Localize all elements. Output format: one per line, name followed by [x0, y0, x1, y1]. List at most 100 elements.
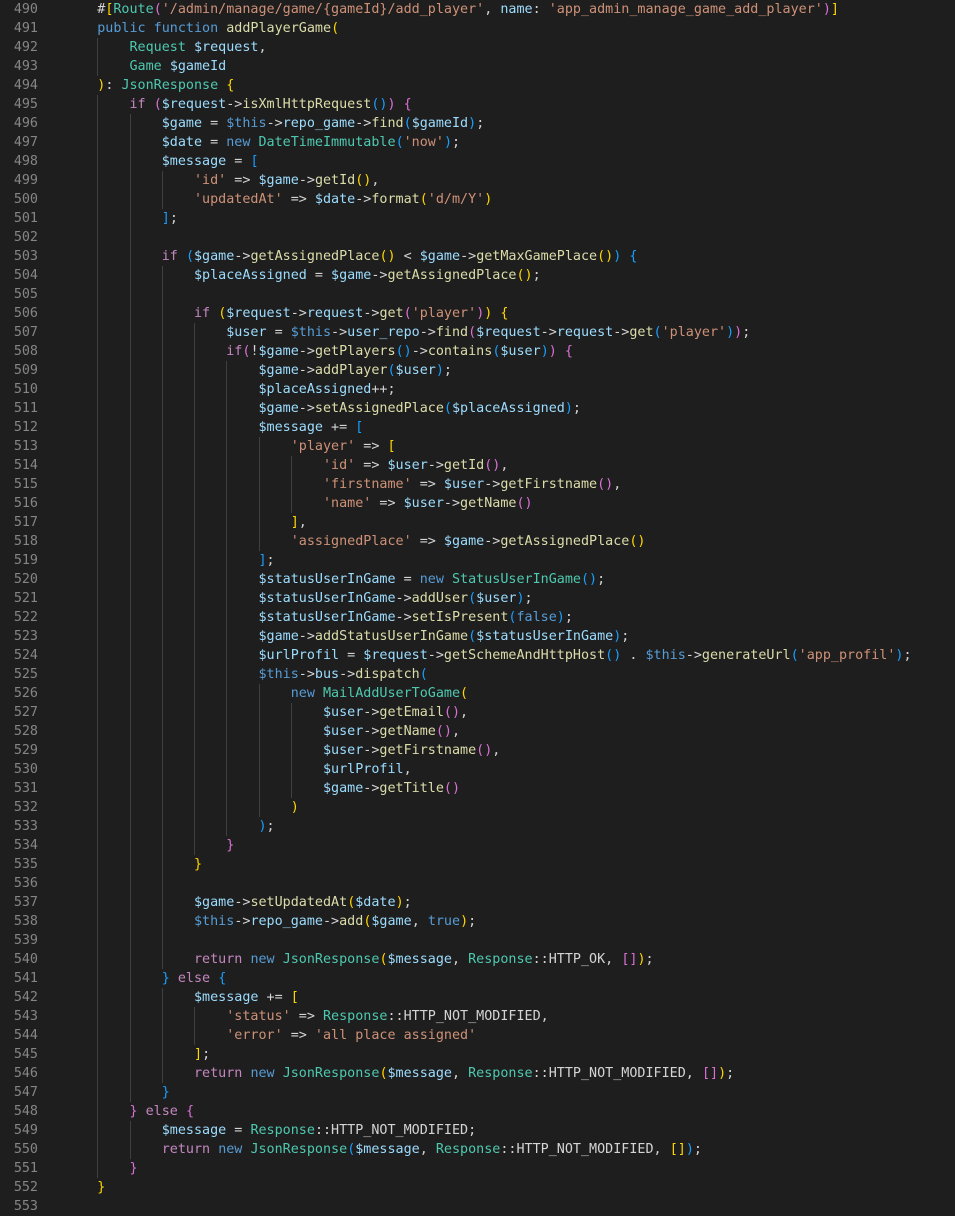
- code-line[interactable]: 527 $user->getEmail(),: [0, 703, 955, 722]
- code-text: $game = $this->repo_game->find($gameId);: [65, 114, 485, 133]
- code-line[interactable]: 502: [0, 228, 955, 247]
- code-line[interactable]: 512 $message += [: [0, 418, 955, 437]
- code-token: ,: [371, 173, 380, 188]
- code-line[interactable]: 514 'id' => $user->getId(),: [0, 456, 955, 475]
- code-line[interactable]: 551 }: [0, 1159, 955, 1178]
- code-token: $game: [65, 116, 203, 131]
- code-line[interactable]: 545 ];: [0, 1045, 955, 1064]
- code-line[interactable]: 513 'player' => [: [0, 437, 955, 456]
- code-line[interactable]: 530 $urlProfil,: [0, 760, 955, 779]
- code-line[interactable]: 535 }: [0, 855, 955, 874]
- code-line[interactable]: 552 }: [0, 1178, 955, 1197]
- code-line[interactable]: 511 $game->setAssignedPlace($placeAssign…: [0, 399, 955, 418]
- code-line[interactable]: 495 if ($request->isXmlHttpRequest()) {: [0, 95, 955, 114]
- code-line[interactable]: 526 new MailAddUserToGame(: [0, 684, 955, 703]
- code-line[interactable]: 531 $game->getTitle(): [0, 779, 955, 798]
- code-line[interactable]: 550 return new JsonResponse($message, Re…: [0, 1140, 955, 1159]
- code-token: $this: [290, 325, 332, 340]
- code-line[interactable]: 517 ],: [0, 513, 955, 532]
- code-line[interactable]: 549 $message = Response::HTTP_NOT_MODIFI…: [0, 1121, 955, 1140]
- code-token: ->: [234, 249, 251, 264]
- code-line[interactable]: 516 'name' => $user->getName(): [0, 494, 955, 513]
- code-line[interactable]: 496 $game = $this->repo_game->find($game…: [0, 114, 955, 133]
- code-editor[interactable]: 490 #[Route('/admin/manage/game/{gameId}…: [0, 0, 955, 1214]
- line-number: 497: [13, 135, 38, 150]
- code-line[interactable]: 529 $user->getFirstname(),: [0, 741, 955, 760]
- code-text: 'status' => Response::HTTP_NOT_MODIFIED,: [65, 1007, 549, 1026]
- code-line[interactable]: 522 $statusUserInGame->setIsPresent(fals…: [0, 608, 955, 627]
- code-line[interactable]: 503 if ($game->getAssignedPlace() < $gam…: [0, 247, 955, 266]
- code-token: (: [419, 192, 428, 207]
- code-token: ]: [65, 1047, 203, 1062]
- code-line[interactable]: 528 $user->getName(),: [0, 722, 955, 741]
- code-line[interactable]: 515 'firstname' => $user->getFirstname()…: [0, 475, 955, 494]
- code-line[interactable]: 547 }: [0, 1083, 955, 1102]
- code-line[interactable]: 548 } else {: [0, 1102, 955, 1121]
- code-token: if: [65, 249, 186, 264]
- code-line[interactable]: 541 } else {: [0, 969, 955, 988]
- code-line[interactable]: 537 $game->setUpdatedAt($date);: [0, 893, 955, 912]
- code-token: =: [395, 572, 420, 587]
- code-line[interactable]: 491 public function addPlayerGame(: [0, 19, 955, 38]
- code-line[interactable]: 501 ];: [0, 209, 955, 228]
- code-line[interactable]: 544 'error' => 'all place assigned': [0, 1026, 955, 1045]
- code-line[interactable]: 493 Game $gameId: [0, 57, 955, 76]
- code-token: (): [371, 97, 388, 112]
- code-line[interactable]: 504 $placeAssigned = $game->getAssignedP…: [0, 266, 955, 285]
- code-token: $message: [65, 990, 259, 1005]
- code-text: $user->getFirstname(),: [65, 741, 500, 760]
- code-line[interactable]: 507 $user = $this->user_repo->find($requ…: [0, 323, 955, 342]
- code-line[interactable]: 505: [0, 285, 955, 304]
- code-line[interactable]: 499 'id' => $game->getId(),: [0, 171, 955, 190]
- code-line[interactable]: 553: [0, 1197, 955, 1216]
- code-line[interactable]: 519 ];: [0, 551, 955, 570]
- code-line[interactable]: 540 return new JsonResponse($message, Re…: [0, 950, 955, 969]
- line-number: 509: [13, 363, 38, 378]
- code-text: Request $request,: [65, 38, 266, 57]
- code-token: ->: [339, 667, 356, 682]
- code-token: (: [460, 686, 469, 701]
- code-token: $user: [443, 477, 485, 492]
- code-line[interactable]: 497 $date = new DateTimeImmutable('now')…: [0, 133, 955, 152]
- indent-guide: [129, 285, 131, 304]
- code-token: $message: [65, 420, 323, 435]
- code-line[interactable]: 521 $statusUserInGame->addUser($user);: [0, 589, 955, 608]
- code-line[interactable]: 500 'updatedAt' => $date->format('d/m/Y'…: [0, 190, 955, 209]
- code-line[interactable]: 523 $game->addStatusUserInGame($statusUs…: [0, 627, 955, 646]
- code-line[interactable]: 510 $placeAssigned++;: [0, 380, 955, 399]
- code-token: return: [65, 1066, 251, 1081]
- line-number: 534: [13, 838, 38, 853]
- code-token: ,: [492, 743, 501, 758]
- code-line[interactable]: 534 }: [0, 836, 955, 855]
- code-line[interactable]: 542 $message += [: [0, 988, 955, 1007]
- code-token: $game: [65, 629, 299, 644]
- code-line[interactable]: 533 );: [0, 817, 955, 836]
- line-number: 551: [13, 1161, 38, 1176]
- code-line[interactable]: 506 if ($request->request->get('player')…: [0, 304, 955, 323]
- line-number: 529: [13, 743, 38, 758]
- code-line[interactable]: 509 $game->addPlayer($user);: [0, 361, 955, 380]
- code-line[interactable]: 532 ): [0, 798, 955, 817]
- code-token: {: [629, 249, 638, 264]
- code-line[interactable]: 508 if(!$game->getPlayers()->contains($u…: [0, 342, 955, 361]
- code-line[interactable]: 546 return new JsonResponse($message, Re…: [0, 1064, 955, 1083]
- line-number: 552: [13, 1180, 38, 1195]
- code-token: ,: [484, 2, 501, 17]
- code-line[interactable]: 494 ): JsonResponse {: [0, 76, 955, 95]
- code-line[interactable]: 498 $message = [: [0, 152, 955, 171]
- code-line[interactable]: 520 $statusUserInGame = new StatusUserIn…: [0, 570, 955, 589]
- code-token: JsonResponse: [282, 952, 380, 967]
- line-number: 543: [13, 1009, 38, 1024]
- code-line[interactable]: 536: [0, 874, 955, 893]
- code-line[interactable]: 538 $this->repo_game->add($game, true);: [0, 912, 955, 931]
- code-token: (: [185, 249, 194, 264]
- code-line[interactable]: 518 'assignedPlace' => $game->getAssigne…: [0, 532, 955, 551]
- code-token: +=: [322, 420, 356, 435]
- code-line[interactable]: 543 'status' => Response::HTTP_NOT_MODIF…: [0, 1007, 955, 1026]
- code-line[interactable]: 525 $this->bus->dispatch(: [0, 665, 955, 684]
- code-line[interactable]: 539: [0, 931, 955, 950]
- code-line[interactable]: 490 #[Route('/admin/manage/game/{gameId}…: [0, 0, 955, 19]
- code-line[interactable]: 524 $urlProfil = $request->getSchemeAndH…: [0, 646, 955, 665]
- code-line[interactable]: 492 Request $request,: [0, 38, 955, 57]
